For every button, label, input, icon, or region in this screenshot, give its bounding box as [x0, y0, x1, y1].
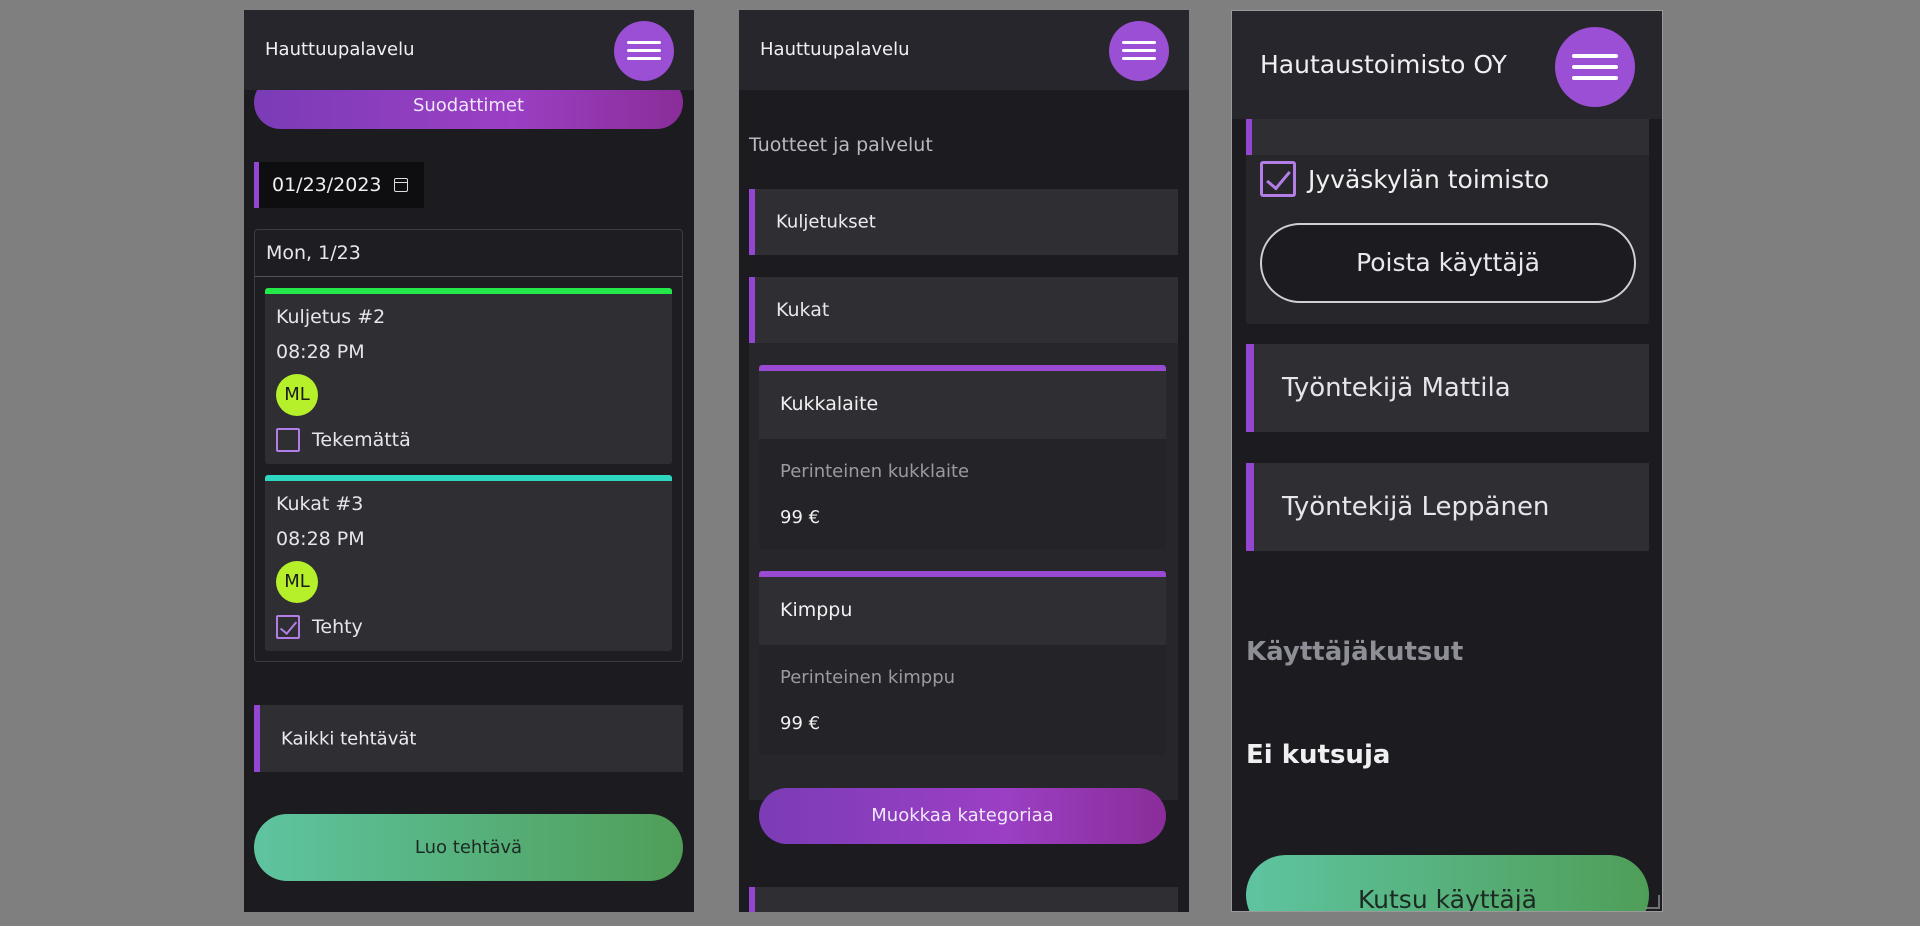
- category-expanded: Kukat Kukkalaite Perinteinen kukklaite 9…: [749, 277, 1178, 844]
- employee-label: Työntekijä Leppänen: [1282, 492, 1550, 522]
- product-price: 99 €: [780, 507, 821, 528]
- top-bar: Hauttuupalavelu: [739, 10, 1189, 90]
- all-tasks-label: Kaikki tehtävät: [281, 728, 417, 749]
- top-bar: Hauttuupalavelu: [244, 10, 694, 90]
- category-item[interactable]: Kuljetukset: [749, 189, 1178, 255]
- product-card[interactable]: Kimppu Perinteinen kimppu 99 €: [759, 571, 1166, 755]
- section-title: Tuotteet ja palvelut: [749, 134, 933, 156]
- task-title: Kuljetus #2: [276, 306, 386, 328]
- task-done-checkbox[interactable]: [276, 615, 300, 639]
- employee-item[interactable]: Työntekijä Mattila: [1246, 344, 1649, 432]
- avatar: ML: [276, 374, 318, 416]
- product-description: Perinteinen kimppu: [780, 667, 956, 688]
- calendar-icon[interactable]: [394, 178, 408, 192]
- category-label: Kuljetukset: [776, 211, 876, 233]
- product-price: 99 €: [780, 713, 821, 734]
- task-status-bar: [265, 288, 672, 294]
- hamburger-icon: [1122, 41, 1156, 44]
- task-done-checkbox[interactable]: [276, 428, 300, 452]
- invite-user-button[interactable]: Kutsu käyttäjä: [1246, 855, 1649, 911]
- date-value: 01/23/2023: [272, 174, 382, 196]
- task-card[interactable]: Kukat #3 08:28 PM ML Tehty: [265, 475, 672, 651]
- users-screen: Hautaustoimisto OY Jyväskylän toimisto P…: [1231, 10, 1663, 912]
- app-title: Hauttuupalavelu: [265, 39, 415, 60]
- product-description: Perinteinen kukklaite: [780, 461, 970, 482]
- day-header: Mon, 1/23: [255, 230, 682, 277]
- office-checkbox[interactable]: [1260, 161, 1296, 197]
- date-input[interactable]: 01/23/2023: [254, 162, 424, 208]
- app-title: Hauttuupalavelu: [760, 39, 910, 60]
- avatar: ML: [276, 561, 318, 603]
- menu-button[interactable]: [1109, 21, 1169, 81]
- category-label: Kukat: [776, 299, 830, 321]
- products-screen: Hauttuupalavelu Tuotteet ja palvelut Kul…: [739, 10, 1189, 912]
- create-task-button[interactable]: Luo tehtävä: [254, 814, 683, 881]
- all-tasks-item[interactable]: Kaikki tehtävät: [254, 705, 683, 772]
- category-item[interactable]: [749, 887, 1178, 912]
- no-invites-text: Ei kutsuja: [1246, 740, 1391, 770]
- user-card-header[interactable]: [1246, 119, 1649, 155]
- hamburger-icon: [627, 41, 661, 44]
- day-group: Mon, 1/23 Kuljetus #2 08:28 PM ML Tekemä…: [254, 229, 683, 662]
- invites-heading: Käyttäjäkutsut: [1246, 637, 1464, 667]
- task-time: 08:28 PM: [276, 341, 365, 363]
- task-status-bar: [265, 475, 672, 481]
- resize-handle[interactable]: [1646, 895, 1660, 909]
- product-name: Kimppu: [780, 599, 853, 621]
- task-card[interactable]: Kuljetus #2 08:28 PM ML Tekemättä: [265, 288, 672, 464]
- task-status-label: Tehty: [312, 616, 363, 638]
- tasks-screen: Hauttuupalavelu Suodattimet 01/23/2023 M…: [244, 10, 694, 912]
- employee-item[interactable]: Työntekijä Leppänen: [1246, 463, 1649, 551]
- remove-user-button[interactable]: Poista käyttäjä: [1260, 223, 1636, 303]
- hamburger-icon: [1572, 54, 1618, 58]
- menu-button[interactable]: [1555, 27, 1635, 107]
- product-card[interactable]: Kukkalaite Perinteinen kukklaite 99 €: [759, 365, 1166, 549]
- task-status-label: Tekemättä: [312, 429, 411, 451]
- top-bar: Hautaustoimisto OY: [1232, 11, 1662, 119]
- office-label: Jyväskylän toimisto: [1308, 165, 1550, 194]
- edit-category-button[interactable]: Muokkaa kategoriaa: [759, 788, 1166, 844]
- employee-label: Työntekijä Mattila: [1282, 373, 1511, 403]
- category-item[interactable]: Kukat: [749, 277, 1178, 343]
- task-time: 08:28 PM: [276, 528, 365, 550]
- app-title: Hautaustoimisto OY: [1260, 50, 1507, 79]
- menu-button[interactable]: [614, 21, 674, 81]
- task-title: Kukat #3: [276, 493, 364, 515]
- product-name: Kukkalaite: [780, 393, 879, 415]
